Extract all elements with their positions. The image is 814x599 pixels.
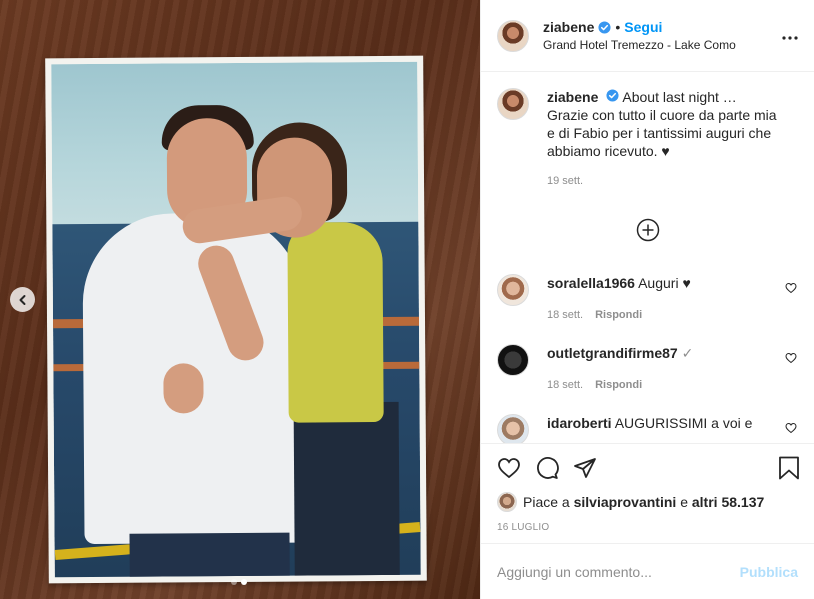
woman-jeans [293,401,400,578]
carousel-prev-button[interactable] [10,287,35,312]
plus-circle-icon [636,218,660,242]
likes-summary: Piace a silviaprovantini e altri 58.137 [497,492,798,512]
publish-button[interactable]: Pubblica [740,564,798,580]
comment-timestamp[interactable]: 18 sett. [547,376,583,394]
post-header: ziabene • Segui Grand Hotel Tremezzo - L… [481,0,814,72]
comment-text: ✓ [681,345,694,361]
likes-others[interactable]: altri 58.137 [692,494,764,510]
avatar[interactable] [497,344,529,376]
woman-yellow-top [287,221,384,423]
caption-username[interactable]: ziabene [547,89,598,105]
verified-badge-icon [598,20,611,34]
caption: ziabene About last night … Grazie con tu… [497,88,798,190]
header-separator: • [615,19,621,35]
heart-icon [498,458,520,479]
carousel-dots [231,579,247,585]
reply-button[interactable]: Rispondi [595,376,642,394]
add-comment-bar: Pubblica [481,543,814,599]
avatar[interactable] [497,274,529,306]
comment-item: soralella1966 Auguri ♥ 18 sett. Rispondi [497,274,797,324]
instagram-post: ziabene • Segui Grand Hotel Tremezzo - L… [0,0,814,599]
comment-username[interactable]: idaroberti [547,415,612,431]
avatar[interactable] [497,88,529,120]
comment-text: Auguri ♥ [638,275,691,291]
load-more-comments-button[interactable] [636,218,660,242]
heart-icon [785,422,797,434]
comment-username[interactable]: outletgrandifirme87 [547,345,678,361]
likes-middle: e [680,494,688,510]
comment-button[interactable] [535,456,559,480]
comment-like-button[interactable] [785,282,797,297]
carousel-dot [231,579,237,585]
post-media[interactable] [0,0,480,599]
caption-timestamp[interactable]: 19 sett. [547,172,777,190]
photo-print [45,55,427,584]
carousel-dot-active [241,579,247,585]
save-button[interactable] [778,456,800,483]
comment-bubble-icon [537,457,559,479]
comment-text: AUGURISSIMI a voi e [614,415,753,431]
avatar[interactable] [497,19,529,52]
verified-badge-icon [606,89,619,102]
avatar[interactable] [497,414,529,443]
post-side-panel: ziabene • Segui Grand Hotel Tremezzo - L… [480,0,814,599]
paper-plane-icon [574,458,596,478]
comment-like-button[interactable] [785,352,797,367]
comment-username[interactable]: soralella1966 [547,275,635,291]
likes-prefix: Piace a [523,494,570,510]
heart-icon [785,352,797,364]
more-options-icon [782,36,798,40]
avatar[interactable] [497,492,517,512]
bookmark-icon [779,456,799,480]
heart-icon [785,282,797,294]
comment-item: idaroberti AUGURISSIMI a voi e [497,414,797,443]
comment-like-button[interactable] [785,422,797,437]
share-button[interactable] [573,456,597,480]
location-link[interactable]: Grand Hotel Tremezzo - Lake Como [543,38,736,52]
post-date[interactable]: 16 LUGLIO [497,522,798,533]
post-actions-area: Piace a silviaprovantini e altri 58.137 … [481,443,814,543]
likes-user[interactable]: silviaprovantini [574,494,677,510]
like-button[interactable] [497,456,521,480]
header-username[interactable]: ziabene [543,19,594,35]
comment-timestamp[interactable]: 18 sett. [547,306,583,324]
comment-input[interactable] [497,563,740,580]
comments-section[interactable]: ziabene About last night … Grazie con tu… [481,72,814,443]
more-options-button[interactable] [782,24,798,45]
man-hand [163,363,204,414]
follow-button[interactable]: Segui [624,19,662,35]
reply-button[interactable]: Rispondi [595,306,642,324]
man-jeans [129,532,290,578]
chevron-left-icon [19,294,25,305]
comment-item: outletgrandifirme87 ✓ 18 sett. Rispondi [497,344,797,394]
